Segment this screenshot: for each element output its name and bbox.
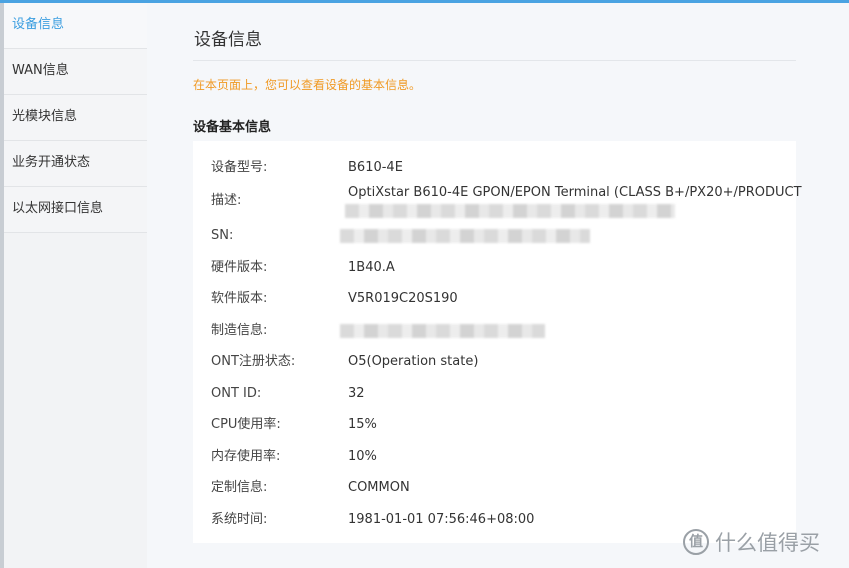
row-label: ONT注册状态: bbox=[211, 354, 296, 369]
page-tip: 在本页面上，您可以查看设备的基本信息。 bbox=[193, 78, 422, 92]
row-label: 制造信息: bbox=[211, 323, 268, 338]
info-row-model: 设备型号: B610-4E bbox=[193, 156, 796, 180]
row-value: 1981-01-01 07:56:46+08:00 bbox=[348, 512, 535, 527]
info-row-cpu-usage: CPU使用率: 15% bbox=[193, 413, 796, 437]
redacted-text bbox=[340, 324, 545, 338]
row-label: ONT ID: bbox=[211, 386, 262, 401]
info-row-custom-info: 定制信息: COMMON bbox=[193, 476, 796, 500]
row-value: O5(Operation state) bbox=[348, 354, 479, 369]
sidebar-item-service-status[interactable]: 业务开通状态 bbox=[4, 141, 147, 187]
info-row-manufacture-info: 制造信息: bbox=[193, 319, 796, 343]
row-value: V5R019C20S190 bbox=[348, 291, 458, 306]
sidebar-item-label: 以太网接口信息 bbox=[12, 201, 104, 216]
info-row-memory-usage: 内存使用率: 10% bbox=[193, 445, 796, 469]
row-value: 1B40.A bbox=[348, 260, 395, 275]
redacted-text bbox=[345, 204, 675, 218]
info-row-ont-register-status: ONT注册状态: O5(Operation state) bbox=[193, 350, 796, 374]
row-label: 定制信息: bbox=[211, 480, 268, 495]
sidebar-item-label: 业务开通状态 bbox=[12, 155, 91, 170]
redacted-text bbox=[340, 229, 590, 243]
sidebar-item-optical-module-info[interactable]: 光模块信息 bbox=[4, 95, 147, 141]
sidebar-item-label: 光模块信息 bbox=[12, 109, 78, 124]
row-value: 10% bbox=[348, 449, 377, 464]
row-value: 15% bbox=[348, 417, 377, 432]
row-value: OptiXstar B610-4E GPON/EPON Terminal (CL… bbox=[348, 185, 802, 200]
row-label: SN: bbox=[211, 228, 234, 243]
title-divider bbox=[193, 60, 796, 61]
watermark-logo-icon: 值 bbox=[683, 529, 709, 555]
sidebar-item-device-info[interactable]: 设备信息 bbox=[4, 3, 147, 49]
sidebar-item-label: WAN信息 bbox=[12, 63, 69, 78]
sidebar: 设备信息 WAN信息 光模块信息 业务开通状态 以太网接口信息 bbox=[4, 3, 147, 568]
device-info-card: 设备型号: B610-4E 描述: OptiXstar B610-4E GPON… bbox=[193, 141, 802, 543]
row-value: 32 bbox=[348, 386, 365, 401]
watermark-text: 什么值得买 bbox=[715, 531, 820, 555]
sidebar-item-ethernet-info[interactable]: 以太网接口信息 bbox=[4, 187, 147, 233]
info-row-software-version: 软件版本: V5R019C20S190 bbox=[193, 287, 796, 311]
row-label: 设备型号: bbox=[211, 160, 268, 175]
row-label: 硬件版本: bbox=[211, 260, 268, 275]
row-value: B610-4E bbox=[348, 160, 403, 175]
info-row-hardware-version: 硬件版本: 1B40.A bbox=[193, 256, 796, 280]
main-panel: 设备信息 在本页面上，您可以查看设备的基本信息。 设备基本信息 设备型号: B6… bbox=[147, 3, 849, 568]
section-title: 设备基本信息 bbox=[193, 120, 272, 135]
row-value: COMMON bbox=[348, 480, 410, 495]
info-row-sn: SN: bbox=[193, 224, 796, 248]
row-label: 描述: bbox=[211, 193, 242, 208]
row-label: 软件版本: bbox=[211, 291, 268, 306]
sidebar-item-label: 设备信息 bbox=[12, 17, 65, 32]
page-title: 设备信息 bbox=[194, 30, 262, 50]
info-row-description: 描述: OptiXstar B610-4E GPON/EPON Terminal… bbox=[193, 181, 802, 221]
sidebar-item-wan-info[interactable]: WAN信息 bbox=[4, 49, 147, 95]
site-watermark: 值 什么值得买 bbox=[683, 527, 820, 557]
row-label: CPU使用率: bbox=[211, 417, 281, 432]
row-label: 系统时间: bbox=[211, 512, 268, 527]
row-label: 内存使用率: bbox=[211, 449, 281, 464]
info-row-ont-id: ONT ID: 32 bbox=[193, 382, 796, 406]
